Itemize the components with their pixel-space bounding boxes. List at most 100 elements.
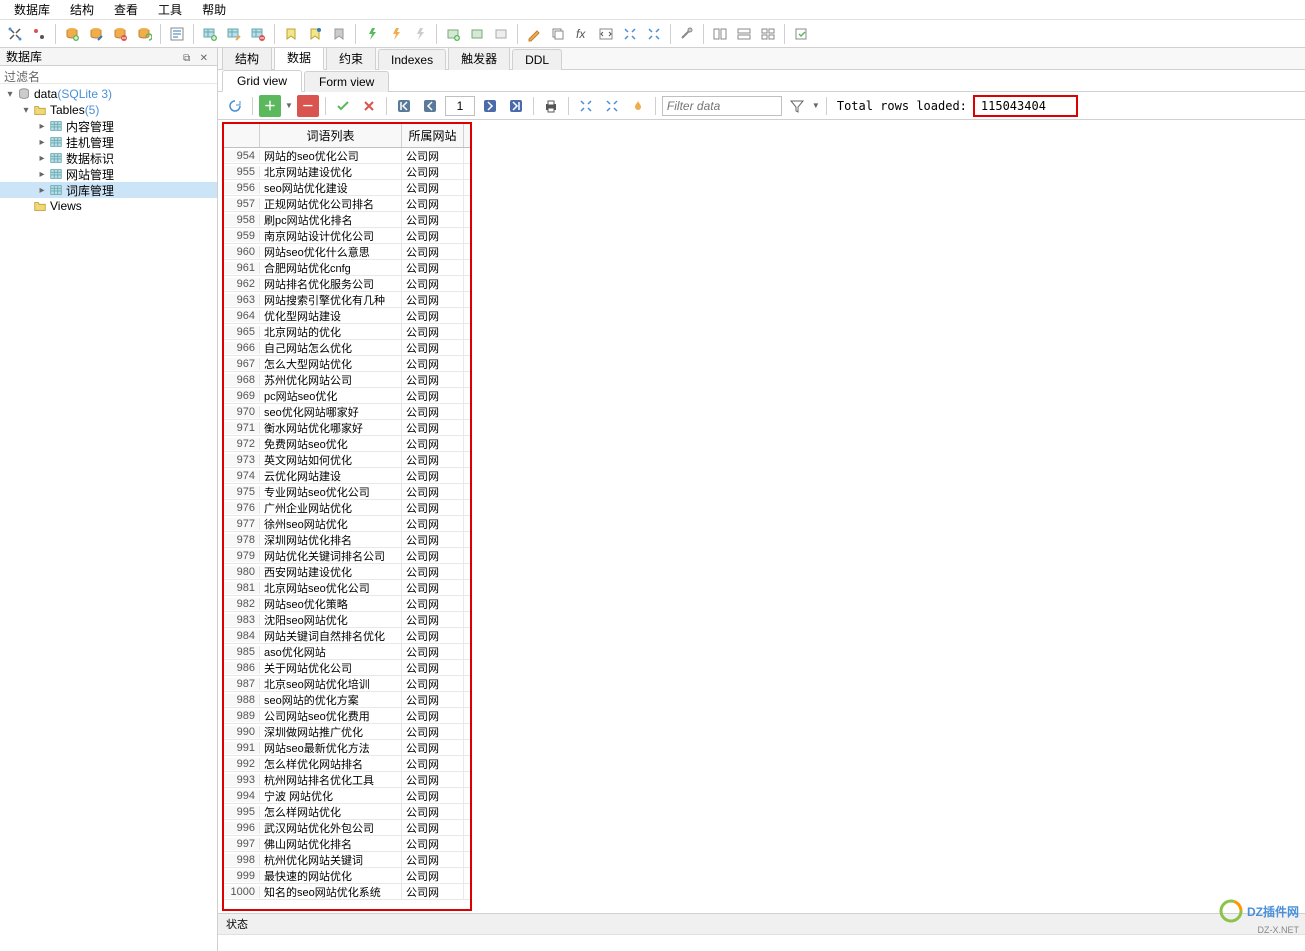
menu-tools[interactable]: 工具	[148, 0, 192, 20]
cell-word[interactable]: 自己网站怎么优化	[260, 340, 402, 356]
cell-word[interactable]: 网站关键词自然排名优化	[260, 628, 402, 644]
table-row[interactable]: 990深圳做网站推广优化公司网	[224, 724, 470, 740]
table-row[interactable]: 958刷pc网站优化排名公司网	[224, 212, 470, 228]
tree-item[interactable]: ▸词库管理	[0, 182, 217, 198]
table-row[interactable]: 986关于网站优化公司公司网	[224, 660, 470, 676]
table-row[interactable]: 978深圳网站优化排名公司网	[224, 532, 470, 548]
table-row[interactable]: 979网站优化关键词排名公司公司网	[224, 548, 470, 564]
sidebar-close-icon[interactable]: ✕	[197, 53, 211, 64]
cell-word[interactable]: 宁波 网站优化	[260, 788, 402, 804]
last-page-icon[interactable]	[505, 95, 527, 117]
cell-site[interactable]: 公司网	[402, 564, 464, 580]
cell-word[interactable]: 衡水网站优化哪家好	[260, 420, 402, 436]
cell-site[interactable]: 公司网	[402, 196, 464, 212]
cell-site[interactable]: 公司网	[402, 612, 464, 628]
table-row[interactable]: 974云优化网站建设公司网	[224, 468, 470, 484]
table-row[interactable]: 994宁波 网站优化公司网	[224, 788, 470, 804]
cell-word[interactable]: 西安网站建设优化	[260, 564, 402, 580]
table-row[interactable]: 995怎么样网站优化公司网	[224, 804, 470, 820]
tree-item[interactable]: ▸网站管理	[0, 166, 217, 182]
cell-site[interactable]: 公司网	[402, 804, 464, 820]
cell-word[interactable]: 武汉网站优化外包公司	[260, 820, 402, 836]
cell-site[interactable]: 公司网	[402, 148, 464, 164]
view-edit-icon[interactable]	[466, 23, 488, 45]
db-remove-icon[interactable]	[109, 23, 131, 45]
tab-触发器[interactable]: 触发器	[448, 48, 510, 70]
refresh-icon[interactable]	[224, 95, 246, 117]
expand-icon[interactable]: ▸	[36, 169, 48, 180]
cell-word[interactable]: 深圳做网站推广优化	[260, 724, 402, 740]
tree-item[interactable]: ▸内容管理	[0, 118, 217, 134]
menu-view[interactable]: 查看	[104, 0, 148, 20]
cell-word[interactable]: aso优化网站	[260, 644, 402, 660]
table-row[interactable]: 962网站排名优化服务公司公司网	[224, 276, 470, 292]
first-page-icon[interactable]	[393, 95, 415, 117]
fit-width-icon[interactable]	[575, 95, 597, 117]
layout2-icon[interactable]	[733, 23, 755, 45]
table-row[interactable]: 983沈阳seo网站优化公司网	[224, 612, 470, 628]
copy-icon[interactable]	[547, 23, 569, 45]
cell-site[interactable]: 公司网	[402, 836, 464, 852]
cell-word[interactable]: 网站seo优化策略	[260, 596, 402, 612]
filter-icon[interactable]	[786, 95, 808, 117]
connect-icon[interactable]	[4, 23, 26, 45]
cell-word[interactable]: 徐州seo网站优化	[260, 516, 402, 532]
cell-site[interactable]: 公司网	[402, 740, 464, 756]
next-page-icon[interactable]	[479, 95, 501, 117]
table-row[interactable]: 955北京网站建设优化公司网	[224, 164, 470, 180]
sidebar-undock-icon[interactable]: ⧉	[180, 53, 193, 64]
cell-word[interactable]: seo网站的优化方案	[260, 692, 402, 708]
table-row[interactable]: 987北京seo网站优化培训公司网	[224, 676, 470, 692]
table-row[interactable]: 956seo网站优化建设公司网	[224, 180, 470, 196]
cell-site[interactable]: 公司网	[402, 628, 464, 644]
cell-site[interactable]: 公司网	[402, 260, 464, 276]
insert-dropdown-icon[interactable]: ▼	[285, 101, 293, 110]
filter-dropdown-icon[interactable]: ▼	[812, 101, 820, 110]
table-row[interactable]: 982网站seo优化策略公司网	[224, 596, 470, 612]
cell-word[interactable]: 云优化网站建设	[260, 468, 402, 484]
cell-word[interactable]: 苏州优化网站公司	[260, 372, 402, 388]
tree-item[interactable]: ▸数据标识	[0, 150, 217, 166]
expand-icon[interactable]: ▾	[4, 89, 16, 100]
table-row[interactable]: 976广州企业网站优化公司网	[224, 500, 470, 516]
code-icon[interactable]	[595, 23, 617, 45]
cell-site[interactable]: 公司网	[402, 724, 464, 740]
cell-word[interactable]: 网站搜索引擎优化有几种	[260, 292, 402, 308]
cell-site[interactable]: 公司网	[402, 276, 464, 292]
table-row[interactable]: 957正规网站优化公司排名公司网	[224, 196, 470, 212]
fit-all-icon[interactable]	[601, 95, 623, 117]
cell-site[interactable]: 公司网	[402, 660, 464, 676]
cell-site[interactable]: 公司网	[402, 228, 464, 244]
cell-word[interactable]: 怎么样优化网站排名	[260, 756, 402, 772]
cell-site[interactable]: 公司网	[402, 164, 464, 180]
insert-row-icon[interactable]: ＋	[259, 95, 281, 117]
table-row[interactable]: 969pc网站seo优化公司网	[224, 388, 470, 404]
cell-word[interactable]: 杭州网站排名优化工具	[260, 772, 402, 788]
disconnect-icon[interactable]	[28, 23, 50, 45]
table-row[interactable]: 996武汉网站优化外包公司公司网	[224, 820, 470, 836]
rollback-icon[interactable]	[358, 95, 380, 117]
cell-site[interactable]: 公司网	[402, 676, 464, 692]
cell-word[interactable]: 北京网站建设优化	[260, 164, 402, 180]
cell-site[interactable]: 公司网	[402, 580, 464, 596]
view-remove-icon[interactable]	[490, 23, 512, 45]
cell-site[interactable]: 公司网	[402, 372, 464, 388]
cell-site[interactable]: 公司网	[402, 788, 464, 804]
db-edit-icon[interactable]	[85, 23, 107, 45]
cell-site[interactable]: 公司网	[402, 308, 464, 324]
layout1-icon[interactable]	[709, 23, 731, 45]
cell-word[interactable]: 网站的seo优化公司	[260, 148, 402, 164]
cell-word[interactable]: 网站优化关键词排名公司	[260, 548, 402, 564]
cell-word[interactable]: 北京网站seo优化公司	[260, 580, 402, 596]
database-tree[interactable]: ▾data (SQLite 3)▾Tables (5)▸内容管理▸挂机管理▸数据…	[0, 84, 217, 951]
subtab-Grid-view[interactable]: Grid view	[222, 70, 302, 92]
grid-header-rownum[interactable]	[224, 124, 260, 147]
layout3-icon[interactable]	[757, 23, 779, 45]
menu-structure[interactable]: 结构	[60, 0, 104, 20]
grid-body[interactable]: 954网站的seo优化公司公司网955北京网站建设优化公司网956seo网站优化…	[224, 148, 470, 909]
cell-word[interactable]: 北京seo网站优化培训	[260, 676, 402, 692]
table-row[interactable]: 998杭州优化网站关键词公司网	[224, 852, 470, 868]
cell-word[interactable]: 网站seo最新优化方法	[260, 740, 402, 756]
cell-site[interactable]: 公司网	[402, 244, 464, 260]
cell-site[interactable]: 公司网	[402, 532, 464, 548]
